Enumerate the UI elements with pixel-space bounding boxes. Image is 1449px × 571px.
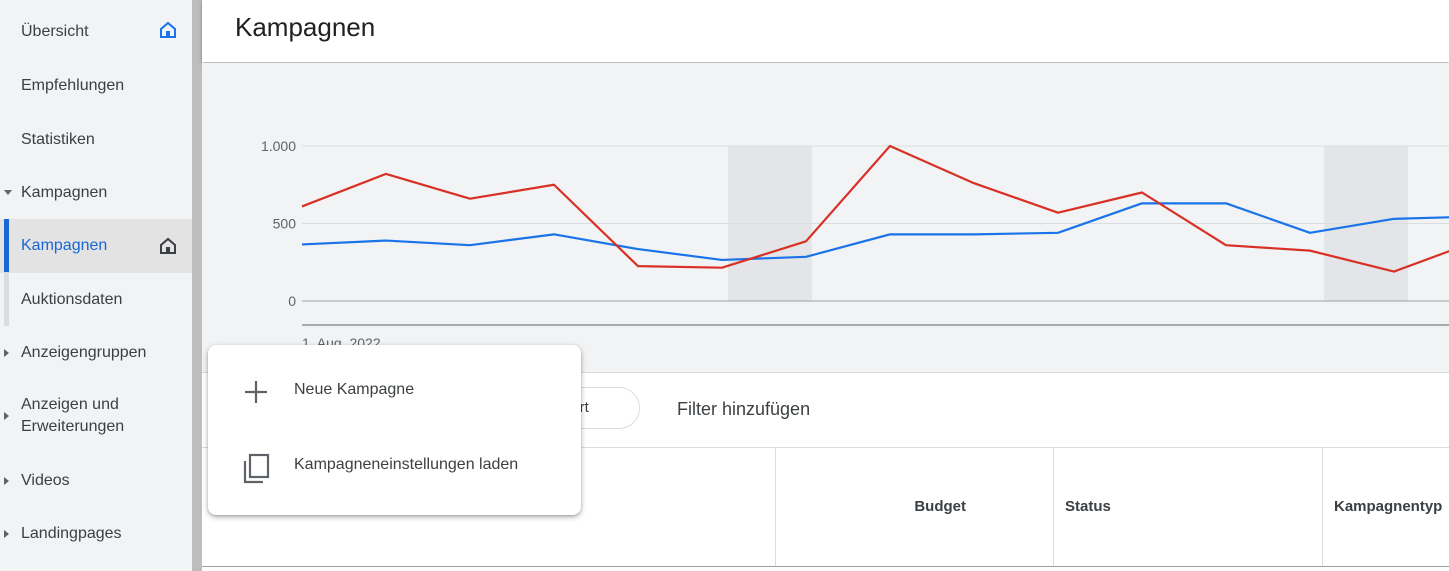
y-tick-label: 1.000 — [261, 138, 296, 154]
sidebar-item-label: Landingpages — [21, 525, 122, 542]
sidebar-item-videos[interactable]: Videos — [0, 469, 192, 493]
sidebar-item-label: Kampagnen — [21, 184, 108, 201]
column-header-label: Kampagnentyp — [1334, 498, 1443, 515]
sidebar-item-auction-insights[interactable]: Auktionsdaten — [0, 288, 192, 312]
sidebar-item-landing-pages[interactable]: Landingpages — [0, 522, 192, 546]
home-icon[interactable] — [158, 20, 178, 45]
sidebar-item-ads-extensions[interactable]: Anzeigen und Erweiterungen — [0, 394, 192, 440]
chevron-right-icon — [4, 530, 9, 538]
sidebar-item-label: Statistiken — [21, 131, 95, 148]
sidebar-item-label: Videos — [21, 472, 70, 489]
add-filter-button[interactable]: Filter hinzufügen — [677, 399, 810, 420]
chevron-right-icon — [4, 349, 9, 357]
sidebar-item-ad-groups[interactable]: Anzeigengruppen — [0, 341, 192, 365]
line-chart: 1.00050001. Aug. 2022 — [261, 138, 1449, 351]
sidebar-item-recommendations[interactable]: Empfehlungen — [0, 74, 192, 98]
home-icon[interactable] — [158, 236, 178, 261]
series-line — [301, 202, 1449, 262]
column-header-label: Budget — [914, 498, 966, 515]
table-divider — [202, 566, 1449, 571]
chevron-right-icon — [4, 477, 9, 485]
chevron-right-icon — [4, 412, 9, 420]
load-campaign-settings-item[interactable]: Kampagneneinstellungen laden — [208, 437, 581, 497]
page-title: Kampagnen — [235, 12, 376, 42]
sidebar-item-campaigns[interactable]: Kampagnen — [0, 219, 192, 273]
y-tick-label: 0 — [288, 293, 296, 309]
chevron-down-icon — [4, 190, 12, 195]
column-budget[interactable]: Budget — [775, 448, 1053, 566]
menu-item-label: Neue Kampagne — [294, 381, 415, 398]
menu-item-label: Kampagneneinstellungen laden — [294, 456, 519, 473]
copy-icon — [242, 453, 270, 490]
sidebar-item-label: Übersicht — [21, 23, 89, 40]
sidebar-item-label: Anzeigengruppen — [21, 344, 147, 361]
sidebar-item-overview[interactable]: Übersicht — [0, 20, 192, 44]
sidebar-item-insights[interactable]: Statistiken — [0, 128, 192, 152]
active-indicator — [4, 219, 9, 273]
column-status[interactable]: Status — [1053, 448, 1322, 566]
series-line — [301, 144, 1449, 273]
column-header-label: Status — [1065, 498, 1111, 515]
plus-icon — [242, 378, 270, 411]
sidebar-item-label: Anzeigen und Erweiterungen — [21, 396, 125, 435]
column-campaign-type[interactable]: Kampagnentyp — [1322, 448, 1449, 566]
sidebar-nav: Übersicht Empfehlungen Statistiken Kampa… — [0, 0, 192, 571]
sidebar-item-label: Kampagnen — [21, 237, 108, 254]
y-tick-label: 500 — [273, 216, 297, 232]
sidebar-item-label: Empfehlungen — [21, 77, 125, 94]
performance-chart: 1.000 500 0 1. Aug. 2022 — [202, 63, 1449, 372]
sidebar-item-campaigns-group[interactable]: Kampagnen — [0, 181, 192, 205]
new-campaign-item[interactable]: Neue Kampagne — [208, 362, 581, 422]
create-menu: Neue Kampagne Kampagneneinstellungen lad… — [208, 345, 581, 515]
sidebar-scrollbar[interactable] — [192, 0, 202, 571]
page-header: Kampagnen — [202, 0, 1449, 62]
sidebar-item-label: Auktionsdaten — [21, 291, 123, 308]
